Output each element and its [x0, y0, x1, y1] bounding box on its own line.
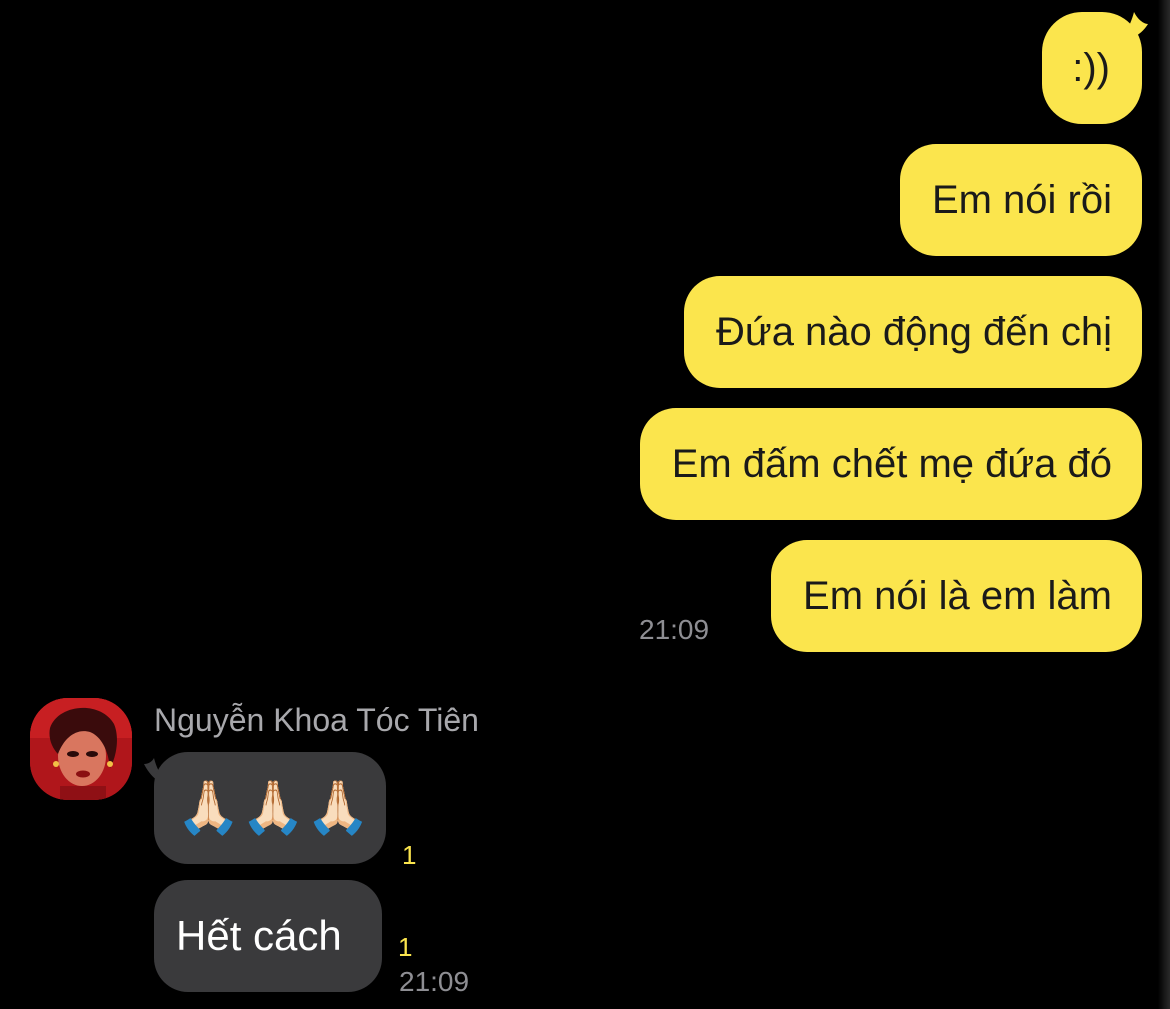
outgoing-message[interactable]: :))	[1042, 12, 1142, 124]
message-text: Hết cách	[176, 912, 342, 959]
sender-avatar[interactable]	[30, 698, 132, 800]
profile-photo-icon	[30, 698, 132, 800]
unread-count-badge: 1	[402, 840, 417, 870]
outgoing-message[interactable]: Em nói rồi	[899, 144, 1142, 256]
message-timestamp: 21:09	[639, 614, 710, 645]
outgoing-message[interactable]: Đứa nào động đến chị	[684, 276, 1142, 388]
message-text: Em đấm chết mẹ đứa đó	[671, 442, 1112, 486]
incoming-message[interactable]: Hết cách	[154, 880, 382, 992]
message-timestamp: 21:09	[399, 966, 470, 997]
incoming-message[interactable]: 🙏🏻🙏🏻🙏🏻	[154, 752, 386, 864]
message-text: :))	[1072, 46, 1110, 90]
folded-hands-icon: 🙏🏻🙏🏻🙏🏻	[176, 778, 371, 838]
chat-view[interactable]: :)) Em nói rồi Đứa nào động đến chị Em đ…	[0, 0, 1170, 1009]
message-text: Em nói rồi	[931, 178, 1112, 222]
unread-count-badge: 1	[398, 932, 413, 962]
sender-name: Nguyễn Khoa Tóc Tiên	[154, 702, 479, 738]
message-text: Đứa nào động đến chị	[716, 310, 1112, 354]
outgoing-message[interactable]: Em nói là em làm	[771, 540, 1142, 652]
scrollbar[interactable]	[1158, 0, 1170, 1009]
message-text: Em nói là em làm	[803, 574, 1112, 618]
outgoing-message[interactable]: Em đấm chết mẹ đứa đó	[639, 408, 1142, 520]
